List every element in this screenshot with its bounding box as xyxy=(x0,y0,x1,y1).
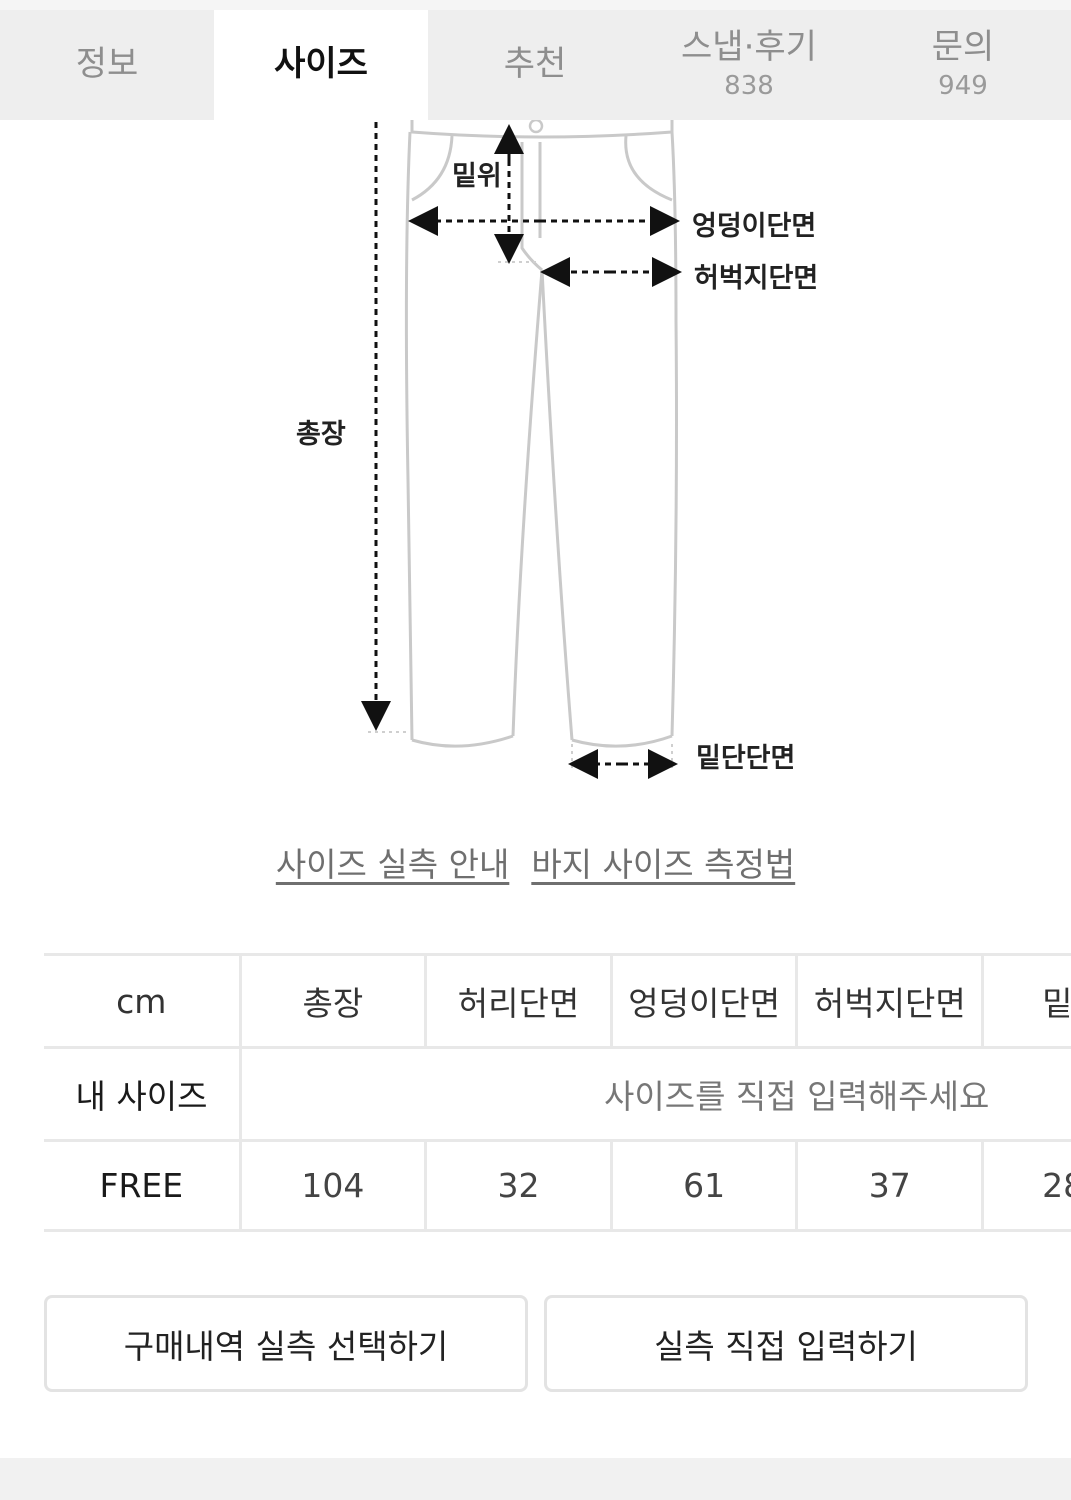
table-row: FREE 104 32 61 37 28 xyxy=(44,1139,1071,1232)
rise-label: 밑위 xyxy=(452,161,502,192)
hip-width-label: 엉덩이단면 xyxy=(692,211,817,242)
column-header: 총장 xyxy=(242,956,428,1046)
column-header: 엉덩이단면 xyxy=(613,956,799,1046)
pants-measure-link[interactable]: 바지 사이즈 측정법 xyxy=(531,838,795,886)
size-value: 104 xyxy=(242,1142,428,1229)
pants-size-diagram: 밑위 엉덩이단면 허벅지단면 총장 밑단단면 xyxy=(0,120,1071,800)
size-value: 32 xyxy=(427,1142,613,1229)
tab-label: 추천 xyxy=(503,44,567,85)
my-size-input[interactable]: 사이즈를 직접 입력해주세요 xyxy=(242,1049,1071,1139)
tab-bar-top-strip xyxy=(0,0,1071,10)
tab-recommend[interactable]: 추천 xyxy=(428,10,642,120)
tab-label: 정보 xyxy=(75,44,139,85)
tab-count: 838 xyxy=(724,70,774,101)
size-guide-link[interactable]: 사이즈 실측 안내 xyxy=(276,838,510,886)
column-header: 허벅지단면 xyxy=(798,956,985,1046)
bottom-divider xyxy=(0,1458,1071,1500)
select-purchase-size-button[interactable]: 구매내역 실측 선택하기 xyxy=(44,1295,528,1392)
column-header: 밑 xyxy=(1042,984,1071,1023)
tab-label: 문의 xyxy=(931,26,995,67)
tab-count: 949 xyxy=(938,70,988,101)
total-length-label: 총장 xyxy=(296,419,346,450)
tab-label: 스냅·후기 xyxy=(681,26,817,67)
tab-size[interactable]: 사이즈 xyxy=(214,10,428,120)
size-table: cm 총장 허리단면 엉덩이단면 허벅지단면 밑 내 사이즈 사이즈를 직접 입… xyxy=(44,953,1071,1232)
tab-bar: 정보 사이즈 추천 스냅·후기 838 문의 949 xyxy=(0,0,1071,120)
my-size-label: 내 사이즈 xyxy=(44,1049,242,1139)
size-value: 61 xyxy=(613,1142,799,1229)
my-size-row: 내 사이즈 사이즈를 직접 입력해주세요 xyxy=(44,1046,1071,1139)
tab-snap-review[interactable]: 스냅·후기 838 xyxy=(642,10,856,120)
size-value: 28 xyxy=(1042,1166,1071,1205)
pants-outline-graphic xyxy=(361,120,682,779)
tab-info[interactable]: 정보 xyxy=(0,10,214,120)
tab-label: 사이즈 xyxy=(274,44,368,85)
size-value: 37 xyxy=(798,1142,985,1229)
column-header: 허리단면 xyxy=(427,956,613,1046)
unit-header: cm xyxy=(44,956,242,1046)
direct-input-size-button[interactable]: 실측 직접 입력하기 xyxy=(544,1295,1028,1392)
size-guide-links: 사이즈 실측 안내 바지 사이즈 측정법 xyxy=(0,838,1071,886)
table-header-row: cm 총장 허리단면 엉덩이단면 허벅지단면 밑 xyxy=(44,953,1071,1046)
thigh-width-label: 허벅지단면 xyxy=(694,263,819,294)
tab-inquiry[interactable]: 문의 949 xyxy=(856,10,1070,120)
size-name: FREE xyxy=(44,1142,242,1229)
hem-width-label: 밑단단면 xyxy=(696,743,796,774)
